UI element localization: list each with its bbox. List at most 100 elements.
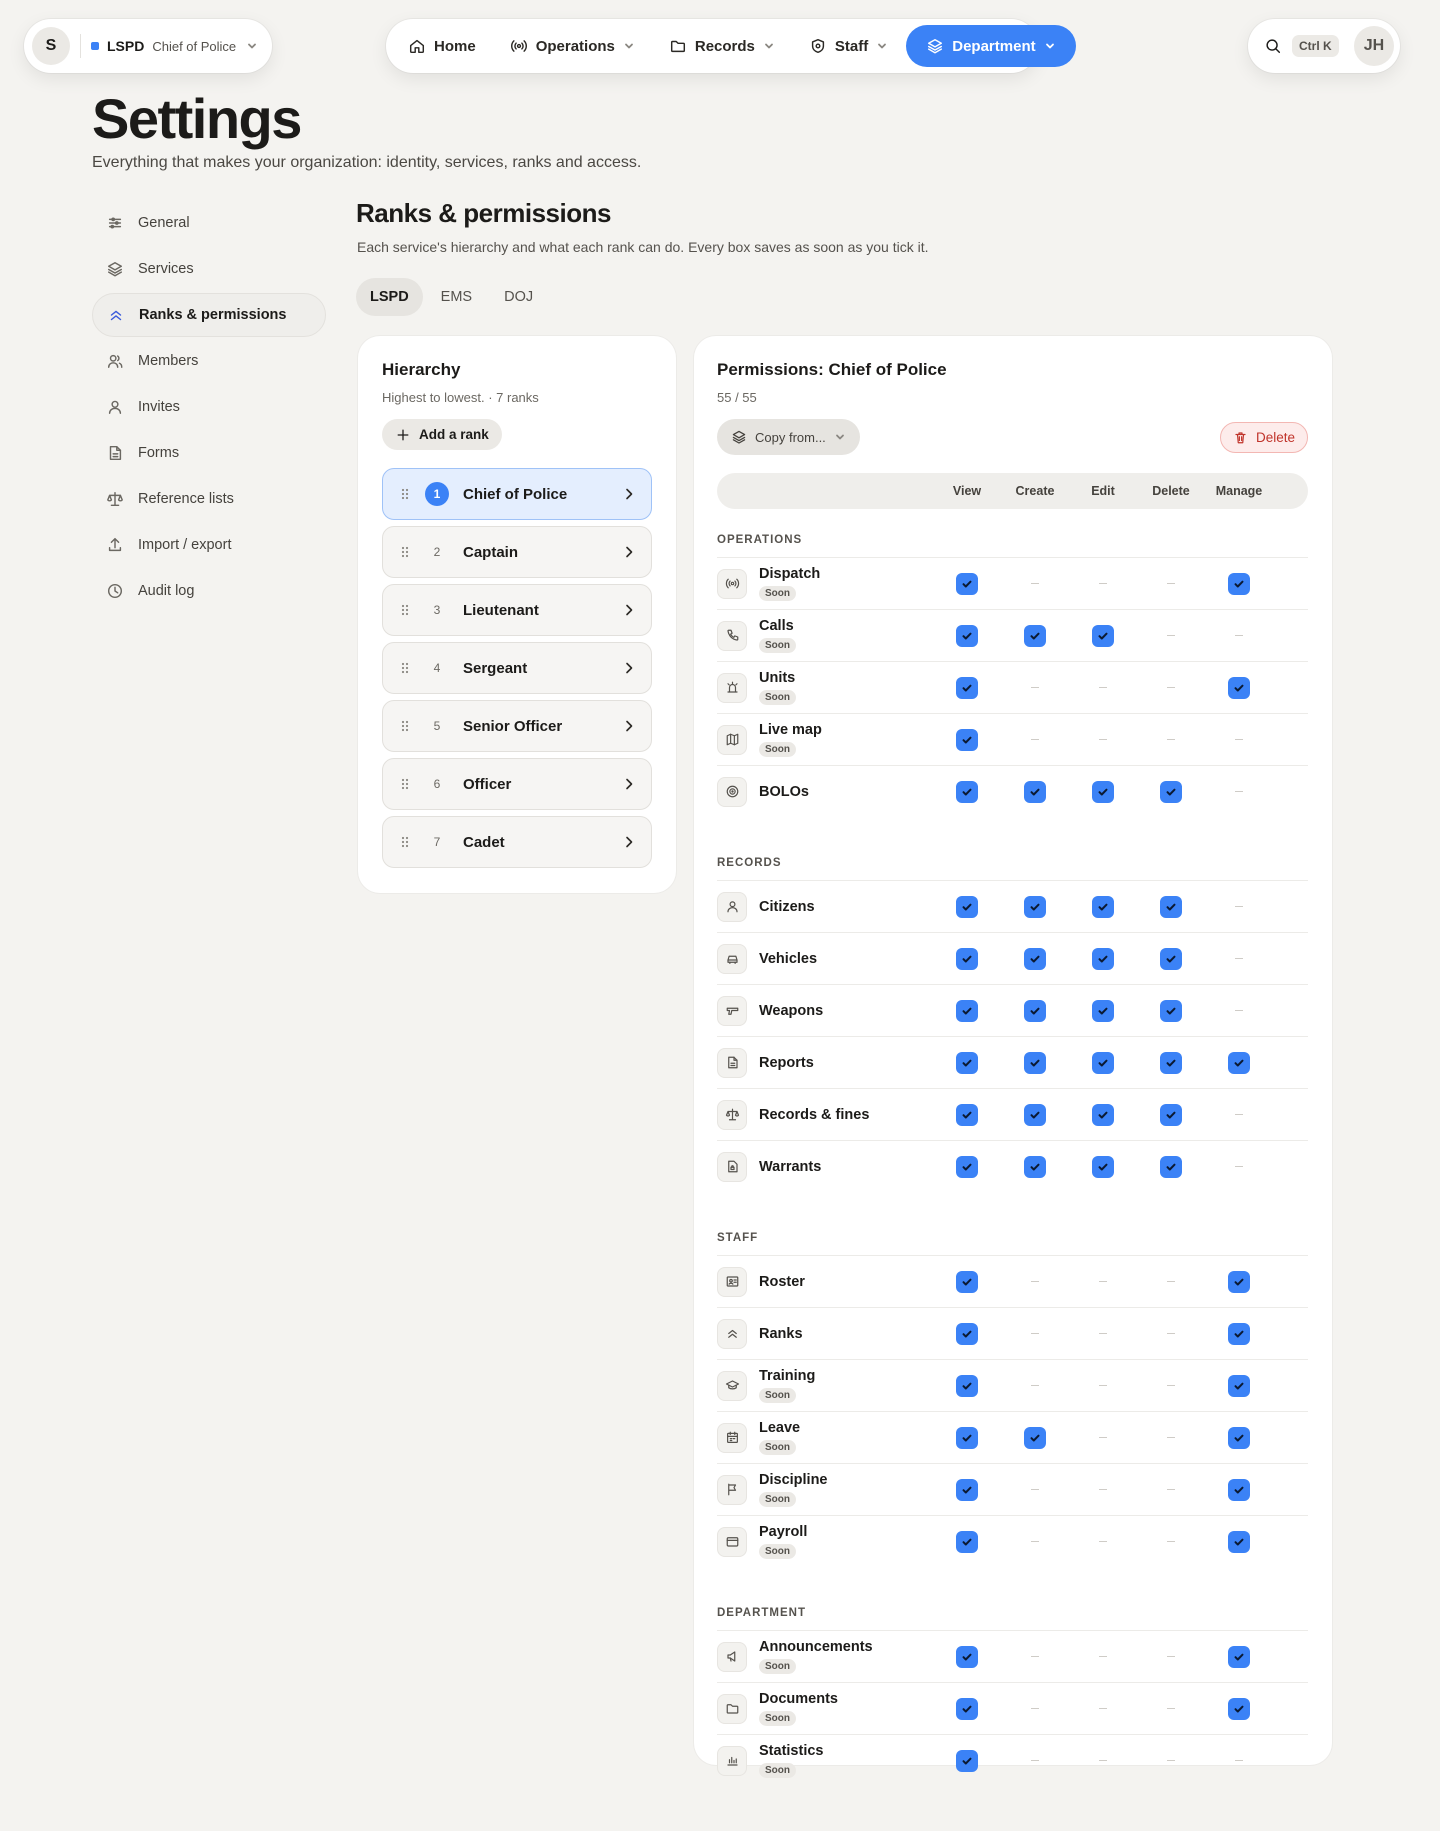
permission-checkbox-delete[interactable] <box>1160 1155 1182 1178</box>
permission-checkbox-delete[interactable] <box>1160 1051 1182 1074</box>
permission-checkbox-manage[interactable] <box>1228 1322 1250 1345</box>
permission-checkbox-create[interactable] <box>1024 1155 1046 1178</box>
permission-checkbox-edit[interactable] <box>1092 999 1114 1022</box>
drag-handle-icon[interactable] <box>397 660 413 676</box>
drag-handle-icon[interactable] <box>397 602 413 618</box>
permission-checkbox-edit[interactable] <box>1092 624 1114 647</box>
permission-checkbox-edit[interactable] <box>1092 1051 1114 1074</box>
permission-name: Payroll <box>759 1524 808 1540</box>
copy-from-button[interactable]: Copy from... <box>717 419 860 455</box>
permission-checkbox-create[interactable] <box>1024 1103 1046 1126</box>
permission-checkbox-delete[interactable] <box>1160 780 1182 803</box>
delete-rank-button[interactable]: Delete <box>1219 421 1308 453</box>
permission-checkbox-manage[interactable] <box>1228 1478 1250 1501</box>
permission-checkbox-manage[interactable] <box>1228 1697 1250 1720</box>
sidebar-item-forms[interactable]: Forms <box>92 431 326 475</box>
sidebar-item-reference-lists[interactable]: Reference lists <box>92 477 326 521</box>
permission-checkbox-edit[interactable] <box>1092 780 1114 803</box>
permission-checkbox-view[interactable] <box>956 1645 978 1668</box>
drag-handle-icon[interactable] <box>397 776 413 792</box>
permission-checkbox-edit[interactable] <box>1092 1155 1114 1178</box>
permission-checkbox-view[interactable] <box>956 780 978 803</box>
chevron-down-icon <box>1045 43 1054 49</box>
sidebar-item-audit-log[interactable]: Audit log <box>92 569 326 613</box>
tab-lspd[interactable]: LSPD <box>356 278 423 316</box>
permission-checkbox-delete[interactable] <box>1160 1103 1182 1126</box>
permission-checkbox-view[interactable] <box>956 1478 978 1501</box>
tab-doj[interactable]: DOJ <box>490 278 547 316</box>
permission-checkbox-manage[interactable] <box>1228 1645 1250 1668</box>
permission-checkbox-edit[interactable] <box>1092 895 1114 918</box>
permission-checkbox-create[interactable] <box>1024 947 1046 970</box>
drag-handle-icon[interactable] <box>397 718 413 734</box>
nav-staff[interactable]: Staff <box>793 25 904 67</box>
permission-checkbox-view[interactable] <box>956 1322 978 1345</box>
rank-item[interactable]: 2 Captain <box>382 526 652 578</box>
permission-checkbox-view[interactable] <box>956 624 978 647</box>
permission-checkbox-view[interactable] <box>956 1697 978 1720</box>
permission-checkbox-edit[interactable] <box>1092 947 1114 970</box>
nav-operations[interactable]: Operations <box>494 25 651 67</box>
permission-checkbox-view[interactable] <box>956 1051 978 1074</box>
permission-checkbox-create[interactable] <box>1024 780 1046 803</box>
user-avatar[interactable]: JH <box>1354 26 1394 66</box>
permission-checkbox-view[interactable] <box>956 999 978 1022</box>
permission-checkbox-view[interactable] <box>956 728 978 751</box>
drag-handle-icon[interactable] <box>397 486 413 502</box>
rank-item[interactable]: 3 Lieutenant <box>382 584 652 636</box>
sidebar-item-members[interactable]: Members <box>92 339 326 383</box>
search-button[interactable]: Ctrl K <box>1264 35 1339 57</box>
permission-checkbox-delete[interactable] <box>1160 999 1182 1022</box>
permission-checkbox-manage[interactable] <box>1228 676 1250 699</box>
permission-checkbox-manage[interactable] <box>1228 1530 1250 1553</box>
permission-group-label: STAFF <box>717 1232 759 1244</box>
not-applicable-dash <box>1167 635 1175 636</box>
permission-checkbox-delete[interactable] <box>1160 947 1182 970</box>
permission-checkbox-edit[interactable] <box>1092 1103 1114 1126</box>
sidebar-item-ranks-permissions[interactable]: Ranks & permissions <box>92 293 326 337</box>
nav-home[interactable]: Home <box>392 25 492 67</box>
permission-checkbox-manage[interactable] <box>1228 1270 1250 1293</box>
tab-ems[interactable]: EMS <box>427 278 486 316</box>
rank-item[interactable]: 1 Chief of Police <box>382 468 652 520</box>
permission-checkbox-view[interactable] <box>956 1103 978 1126</box>
permission-checkbox-create[interactable] <box>1024 1426 1046 1449</box>
permission-checkbox-view[interactable] <box>956 947 978 970</box>
permission-checkbox-view[interactable] <box>956 676 978 699</box>
nav-department[interactable]: Department <box>906 25 1076 67</box>
rank-item[interactable]: 6 Officer <box>382 758 652 810</box>
permission-checkbox-create[interactable] <box>1024 624 1046 647</box>
rank-item[interactable]: 7 Cadet <box>382 816 652 868</box>
permission-checkbox-view[interactable] <box>956 572 978 595</box>
permission-checkbox-create[interactable] <box>1024 895 1046 918</box>
sidebar-item-import-export[interactable]: Import / export <box>92 523 326 567</box>
drag-handle-icon[interactable] <box>397 544 413 560</box>
sidebar-item-services[interactable]: Services <box>92 247 326 291</box>
permission-checkbox-view[interactable] <box>956 1155 978 1178</box>
permission-checkbox-view[interactable] <box>956 1374 978 1397</box>
chevron-right-icon <box>626 836 633 848</box>
permission-checkbox-manage[interactable] <box>1228 1051 1250 1074</box>
permission-name: Weapons <box>759 1002 824 1019</box>
sidebar-item-invites[interactable]: Invites <box>92 385 326 429</box>
permission-checkbox-view[interactable] <box>956 1270 978 1293</box>
nav-label: Department <box>952 37 1036 55</box>
not-applicable-dash <box>1099 1656 1107 1657</box>
rank-item[interactable]: 5 Senior Officer <box>382 700 652 752</box>
permission-checkbox-manage[interactable] <box>1228 1374 1250 1397</box>
permission-checkbox-create[interactable] <box>1024 1051 1046 1074</box>
permission-checkbox-view[interactable] <box>956 895 978 918</box>
nav-records[interactable]: Records <box>653 25 791 67</box>
add-rank-button[interactable]: Add a rank <box>382 419 502 450</box>
permission-checkbox-view[interactable] <box>956 1530 978 1553</box>
permission-checkbox-view[interactable] <box>956 1426 978 1449</box>
permission-checkbox-manage[interactable] <box>1228 572 1250 595</box>
drag-handle-icon[interactable] <box>397 834 413 850</box>
permission-checkbox-delete[interactable] <box>1160 895 1182 918</box>
org-switcher[interactable]: S LSPD Chief of Police <box>24 19 272 73</box>
permission-checkbox-manage[interactable] <box>1228 1426 1250 1449</box>
permission-checkbox-view[interactable] <box>956 1749 978 1772</box>
permission-checkbox-create[interactable] <box>1024 999 1046 1022</box>
rank-item[interactable]: 4 Sergeant <box>382 642 652 694</box>
sidebar-item-general[interactable]: General <box>92 201 326 245</box>
